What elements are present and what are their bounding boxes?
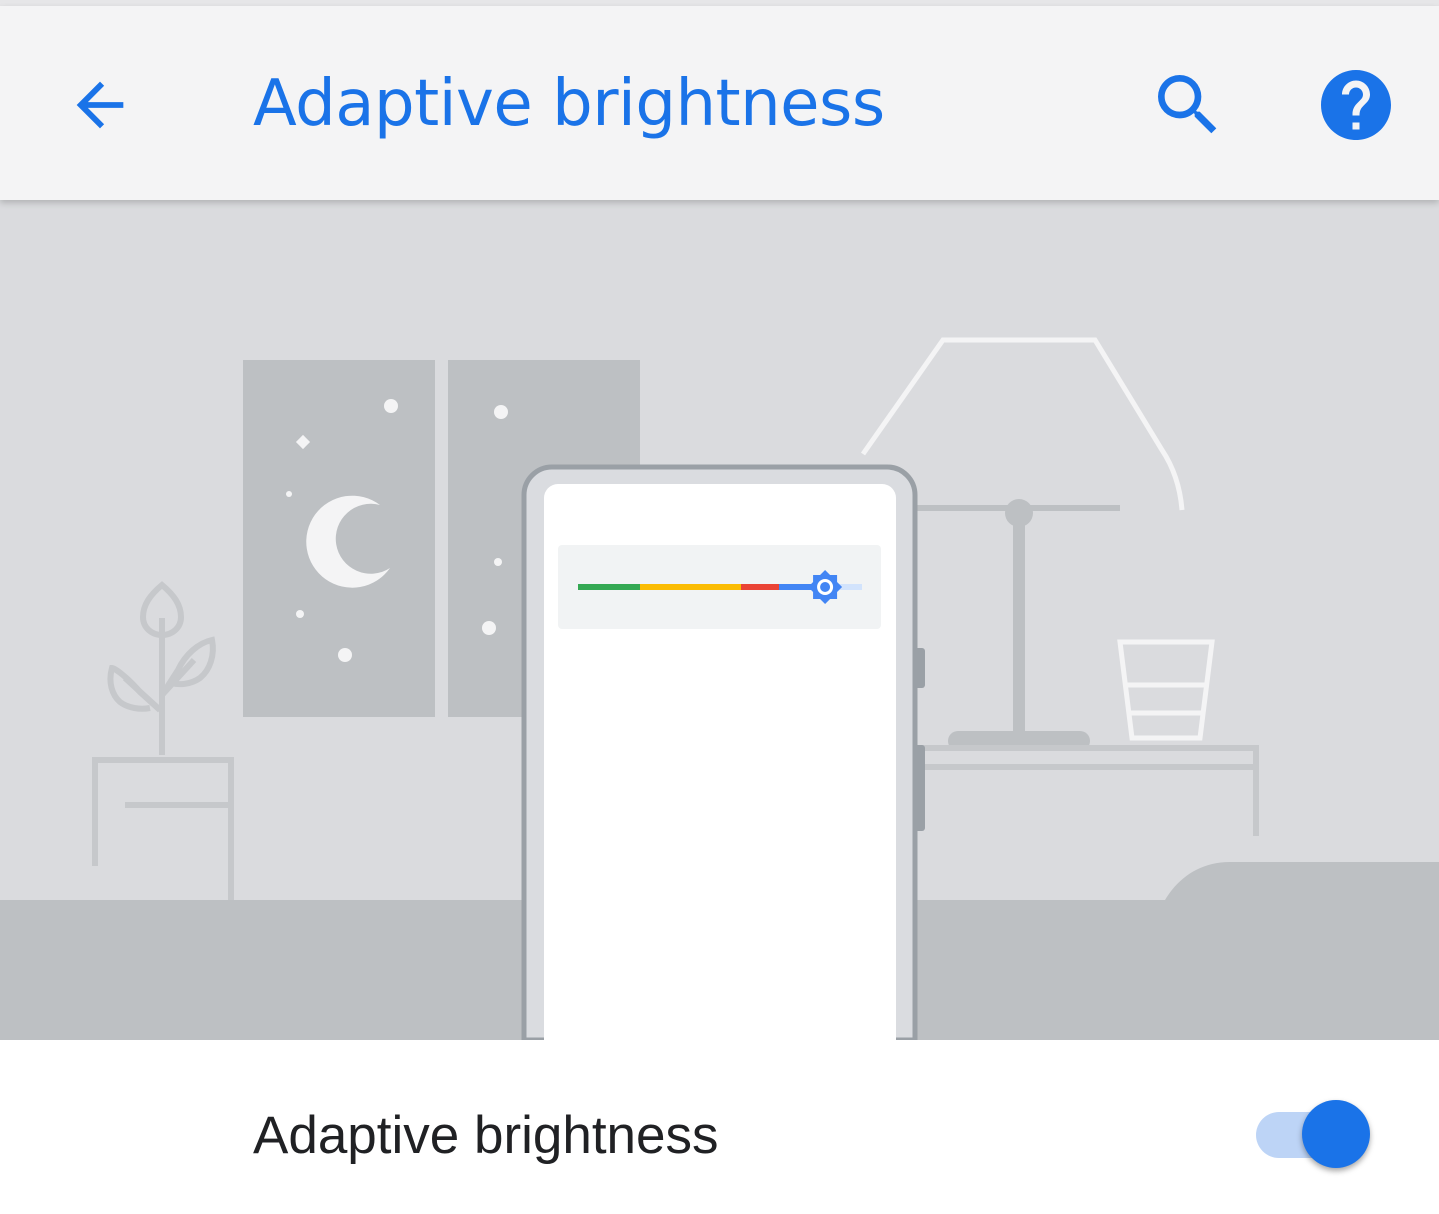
app-bar: Adaptive brightness xyxy=(0,6,1439,200)
illustration xyxy=(0,200,1439,1040)
search-icon xyxy=(1158,75,1217,134)
adaptive-brightness-toggle[interactable] xyxy=(1254,1098,1376,1178)
adaptive-brightness-setting-row[interactable] xyxy=(0,1040,1439,1214)
help-icon xyxy=(1321,70,1391,140)
setting-label: Adaptive brightness xyxy=(253,1106,719,1165)
brightness-slider-icon xyxy=(558,545,881,629)
page-title: Adaptive brightness xyxy=(253,67,885,141)
help-button[interactable] xyxy=(1304,53,1408,157)
toggle-thumb xyxy=(1302,1100,1370,1168)
back-button[interactable] xyxy=(48,53,152,157)
arrow-back-icon xyxy=(76,81,124,129)
search-button[interactable] xyxy=(1136,53,1240,157)
